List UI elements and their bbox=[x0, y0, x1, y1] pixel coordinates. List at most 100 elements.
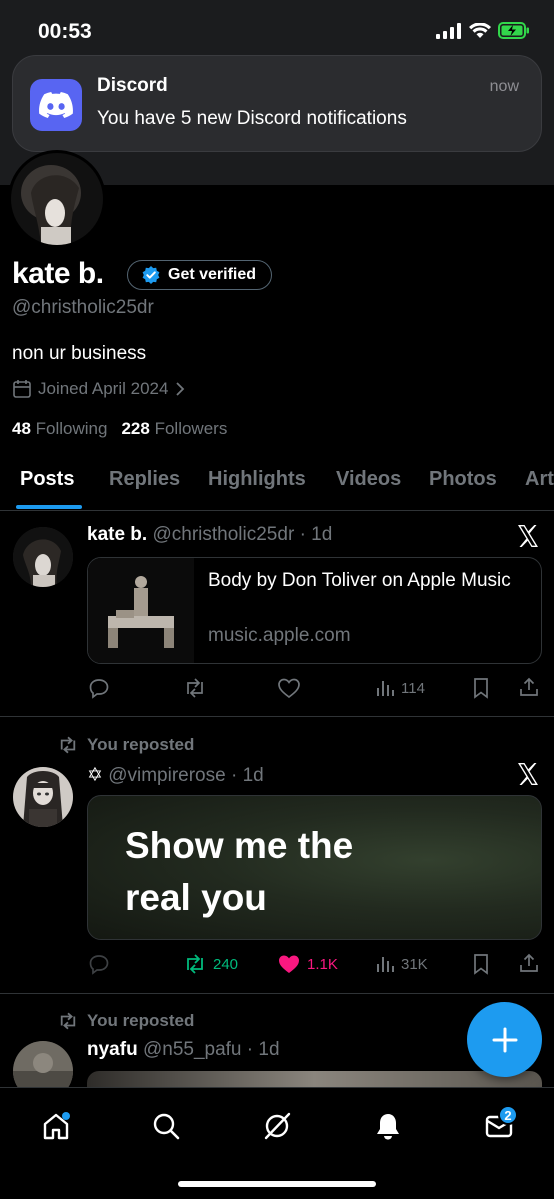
post-media-card[interactable]: Show me the real you bbox=[87, 795, 542, 940]
calendar-icon bbox=[12, 379, 32, 399]
discord-notification[interactable]: Discord You have 5 new Discord notificat… bbox=[12, 55, 542, 152]
repost-button[interactable] bbox=[183, 677, 207, 699]
views-count: 114 bbox=[401, 679, 425, 697]
bookmark-icon bbox=[471, 953, 491, 975]
followers-label: Followers bbox=[154, 419, 228, 438]
post-avatar[interactable] bbox=[13, 767, 73, 827]
following-link[interactable]: 48 Following bbox=[12, 419, 107, 439]
profile-name: kate b. bbox=[12, 257, 104, 290]
tab-photos[interactable]: Photos bbox=[429, 468, 497, 491]
status-time: 00:53 bbox=[38, 20, 92, 43]
nav-notifications[interactable] bbox=[368, 1106, 408, 1146]
link-card[interactable]: Body by Don Toliver on Apple Music music… bbox=[87, 557, 542, 664]
tab-art[interactable]: Art bbox=[525, 468, 554, 491]
follow-stats: 48 Following 228 Followers bbox=[12, 419, 227, 439]
heart-icon bbox=[277, 953, 301, 975]
share-icon bbox=[518, 952, 540, 974]
album-art-image bbox=[88, 558, 194, 663]
repost-small-icon bbox=[57, 1012, 79, 1030]
repost-small-icon bbox=[57, 736, 79, 754]
repost-count: 240 bbox=[213, 955, 239, 973]
heart-icon bbox=[277, 677, 301, 699]
bookmark-button[interactable] bbox=[471, 677, 491, 699]
post-avatar[interactable] bbox=[13, 527, 73, 587]
tab-replies[interactable]: Replies bbox=[109, 468, 180, 491]
views-count: 31K bbox=[401, 955, 428, 973]
verified-badge-icon bbox=[142, 266, 160, 284]
nav-search[interactable] bbox=[146, 1106, 186, 1146]
post-time: · 1d bbox=[230, 765, 264, 786]
battery-icon bbox=[498, 22, 530, 39]
like-count: 1.1K bbox=[307, 955, 338, 973]
link-card-title: Body by Don Toliver on Apple Music bbox=[208, 570, 511, 591]
share-icon bbox=[518, 676, 540, 698]
repost-indicator: You reposted bbox=[57, 735, 194, 755]
like-button[interactable]: 1.1K bbox=[277, 953, 338, 975]
bookmark-icon bbox=[471, 677, 491, 699]
post-header: nyafu @n55_pafu · 1d bbox=[87, 1039, 280, 1061]
nav-grok[interactable] bbox=[257, 1106, 297, 1146]
reply-button[interactable] bbox=[88, 677, 110, 699]
get-verified-button[interactable]: Get verified bbox=[127, 260, 273, 290]
post-time: · 1d bbox=[246, 1039, 280, 1060]
profile-avatar[interactable] bbox=[8, 150, 106, 248]
like-button[interactable] bbox=[277, 677, 301, 699]
profile-bio: non ur business bbox=[12, 343, 147, 364]
nav-messages[interactable]: 2 bbox=[479, 1105, 519, 1146]
wifi-icon bbox=[469, 22, 491, 39]
post-author-name[interactable]: kate b. bbox=[87, 524, 147, 545]
repost-button[interactable]: 240 bbox=[183, 953, 238, 975]
views-button[interactable]: 114 bbox=[375, 678, 425, 698]
messages-badge: 2 bbox=[498, 1105, 518, 1125]
reply-icon bbox=[88, 677, 110, 699]
post-author-handle[interactable]: @n55_pafu bbox=[143, 1039, 242, 1060]
grok-icon bbox=[262, 1111, 292, 1141]
repost-label: You reposted bbox=[87, 1011, 195, 1030]
reply-button[interactable] bbox=[88, 953, 110, 975]
post-time: · 1d bbox=[299, 524, 333, 545]
home-indicator bbox=[178, 1181, 376, 1187]
tab-highlights[interactable]: Highlights bbox=[208, 468, 306, 491]
plus-icon bbox=[491, 1026, 519, 1054]
profile-handle: @christholic25dr bbox=[12, 297, 154, 318]
reply-icon bbox=[88, 953, 110, 975]
post-header: ✡ @vimpirerose · 1d bbox=[87, 764, 264, 787]
joined-date[interactable]: Joined April 2024 bbox=[12, 379, 186, 399]
status-icons bbox=[436, 22, 530, 39]
share-button[interactable] bbox=[518, 952, 540, 974]
signal-icon bbox=[436, 22, 462, 39]
repost-icon bbox=[183, 677, 207, 699]
post-header: kate b. @christholic25dr · 1d bbox=[87, 524, 332, 546]
profile-tabs: Posts Replies Highlights Videos Photos A… bbox=[0, 460, 554, 511]
chevron-right-icon bbox=[174, 381, 186, 397]
tab-videos[interactable]: Videos bbox=[336, 468, 401, 491]
post-divider bbox=[0, 716, 554, 717]
search-icon bbox=[151, 1111, 181, 1141]
post-author-name[interactable]: nyafu bbox=[87, 1039, 138, 1060]
joined-label: Joined April 2024 bbox=[38, 379, 169, 398]
followers-link[interactable]: 228 Followers bbox=[121, 419, 227, 439]
get-verified-label: Get verified bbox=[168, 266, 257, 283]
tab-posts[interactable]: Posts bbox=[20, 468, 74, 491]
discord-icon bbox=[30, 79, 82, 131]
x-logo-icon[interactable] bbox=[516, 762, 540, 786]
views-icon bbox=[375, 678, 395, 698]
link-card-domain: music.apple.com bbox=[208, 625, 351, 646]
x-logo-icon[interactable] bbox=[516, 524, 540, 548]
bookmark-button[interactable] bbox=[471, 953, 491, 975]
repost-icon bbox=[183, 953, 207, 975]
post-author-handle[interactable]: @vimpirerose bbox=[108, 765, 225, 786]
views-button[interactable]: 31K bbox=[375, 954, 428, 974]
notification-time: now bbox=[489, 78, 519, 95]
mail-icon: 2 bbox=[484, 1105, 518, 1141]
compose-post-button[interactable] bbox=[467, 1002, 542, 1077]
notification-title: Discord bbox=[97, 75, 168, 96]
notification-body: You have 5 new Discord notifications bbox=[97, 108, 407, 129]
post-author-handle[interactable]: @christholic25dr bbox=[152, 524, 294, 545]
following-count: 48 bbox=[12, 419, 31, 438]
share-button[interactable] bbox=[518, 676, 540, 698]
nav-home[interactable] bbox=[36, 1106, 76, 1146]
post-author-name[interactable]: ✡ bbox=[87, 765, 103, 786]
home-icon bbox=[41, 1111, 71, 1141]
post-divider bbox=[0, 993, 554, 994]
